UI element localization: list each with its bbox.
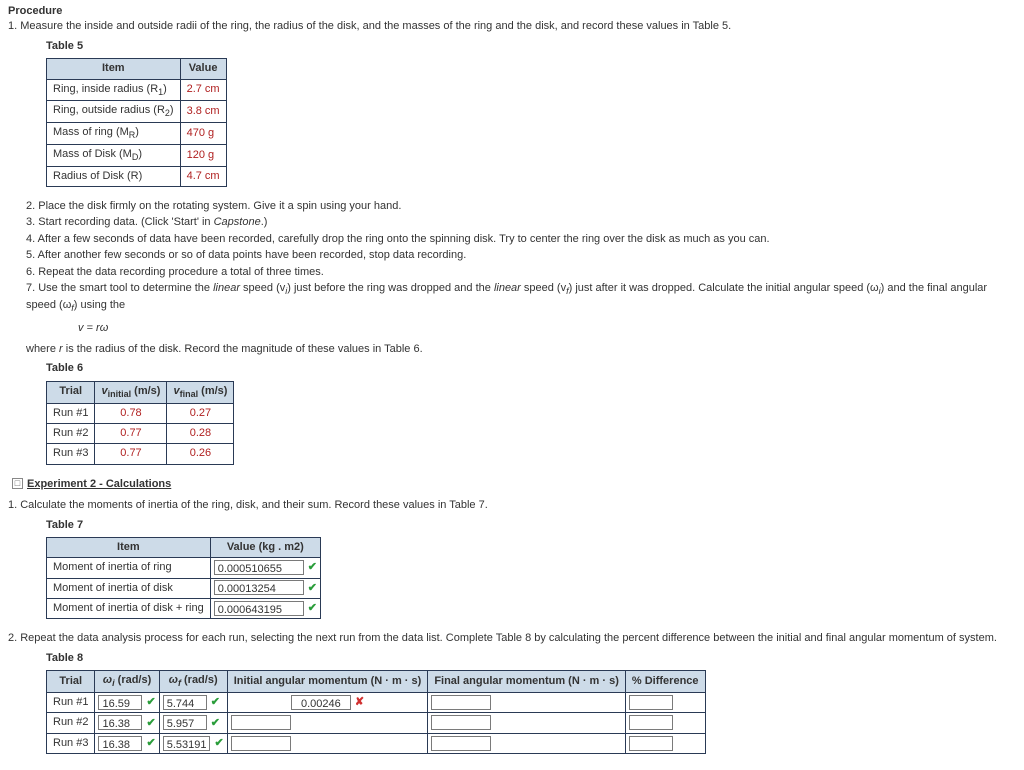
table8-label: Table 8 (46, 651, 1016, 666)
t8r3-iam-input[interactable] (231, 736, 291, 751)
t8-h-wf: ωf (rad/s) (159, 671, 227, 693)
step-2: 2. Place the disk firmly on the rotating… (26, 199, 1016, 214)
check-icon: ✔ (146, 717, 155, 729)
check-icon: ✔ (146, 737, 155, 749)
table-row: Radius of Disk (R) 4.7 cm (47, 166, 227, 186)
t8r3-wi-input[interactable]: 16.38 (98, 736, 142, 751)
step-5: 5. After another few seconds or so of da… (26, 248, 1016, 263)
t8-h-diff: % Difference (625, 671, 705, 693)
t6-h-trial: Trial (47, 381, 95, 403)
table-row: Mass of Disk (MD) 120 g (47, 144, 227, 166)
table-row: Moment of inertia of disk 0.00013254✔ (47, 578, 321, 598)
procedure-title: Procedure (8, 4, 1016, 19)
t5r3-item: Mass of ring (M (53, 126, 129, 138)
t8r1-iam-input[interactable]: 0.00246 (291, 695, 351, 710)
t8-h-iam: Initial angular momentum (N · m · s) (227, 671, 428, 693)
check-icon: ✔ (211, 717, 220, 729)
step-4: 4. After a few seconds of data have been… (26, 232, 1016, 247)
table-row: Moment of inertia of disk + ring 0.00064… (47, 599, 321, 619)
t5r2-val: 3.8 cm (180, 101, 226, 123)
t5-head-value: Value (180, 59, 226, 79)
table-7: Item Value (kg . m2) Moment of inertia o… (46, 537, 321, 620)
experiment2-header: □Experiment 2 - Calculations (12, 477, 1016, 492)
table-row: Run #3 0.77 0.26 (47, 444, 234, 464)
table-row: Mass of ring (MR) 470 g (47, 123, 227, 145)
t8-h-trial: Trial (47, 671, 95, 693)
check-icon: ✔ (308, 582, 317, 594)
t7r3-input[interactable]: 0.000643195 (214, 601, 304, 616)
t6-h-vi: vinitial (m/s) (95, 381, 167, 403)
t5r1-val: 2.7 cm (180, 79, 226, 101)
t8r3-diff-input[interactable] (629, 736, 673, 751)
t8r1-wi-input[interactable]: 16.59 (98, 695, 142, 710)
t8-h-fam: Final angular momentum (N · m · s) (428, 671, 626, 693)
check-icon: ✔ (308, 602, 317, 614)
exp2-step1: 1. Calculate the moments of inertia of t… (8, 498, 1016, 513)
t8r3-fam-input[interactable] (431, 736, 491, 751)
t5r1-item: Ring, inside radius (R (53, 83, 158, 95)
t8r2-wf-input[interactable]: 5.957 (163, 715, 207, 730)
t5r4-val: 120 g (180, 144, 226, 166)
check-icon: ✔ (214, 737, 223, 749)
t5r2-item: Ring, outside radius (R (53, 104, 165, 116)
table5-label: Table 5 (46, 39, 1016, 54)
t8-h-wi: ωi (rad/s) (95, 671, 159, 693)
t8r2-iam-input[interactable] (231, 715, 291, 730)
t8r2-fam-input[interactable] (431, 715, 491, 730)
t5r5-item: Radius of Disk (R) (47, 166, 181, 186)
table-6: Trial vinitial (m/s) vfinal (m/s) Run #1… (46, 381, 234, 465)
eq-footer: where r is the radius of the disk. Recor… (26, 342, 1016, 357)
t5r3-val: 470 g (180, 123, 226, 145)
table-row: Run #3 16.38✔ 5.53191✔ (47, 733, 706, 753)
collapse-icon[interactable]: □ (12, 478, 23, 489)
table7-label: Table 7 (46, 518, 1016, 533)
check-icon: ✔ (308, 561, 317, 573)
t7-h-val: Value (kg . m2) (210, 537, 320, 557)
step-3: 3. Start recording data. (Click 'Start' … (26, 215, 1016, 230)
exp2-step2: 2. Repeat the data analysis process for … (8, 631, 1016, 646)
t8r2-diff-input[interactable] (629, 715, 673, 730)
step-6: 6. Repeat the data recording procedure a… (26, 265, 1016, 280)
t8r2-wi-input[interactable]: 16.38 (98, 715, 142, 730)
t7r2-input[interactable]: 0.00013254 (214, 580, 304, 595)
t8r3-wf-input[interactable]: 5.53191 (163, 736, 211, 751)
table-row: Run #2 0.77 0.28 (47, 423, 234, 443)
t5r5-val: 4.7 cm (180, 166, 226, 186)
equation: v = rω (78, 321, 1016, 336)
t5-head-item: Item (47, 59, 181, 79)
t8r1-diff-input[interactable] (629, 695, 673, 710)
table6-label: Table 6 (46, 361, 1016, 376)
check-icon: ✔ (146, 696, 155, 708)
table-row: Moment of inertia of ring 0.000510655✔ (47, 558, 321, 578)
t6-h-vf: vfinal (m/s) (167, 381, 234, 403)
check-icon: ✔ (211, 696, 220, 708)
table-row: Run #2 16.38✔ 5.957✔ (47, 713, 706, 733)
table-row: Ring, inside radius (R1) 2.7 cm (47, 79, 227, 101)
t7r1-input[interactable]: 0.000510655 (214, 560, 304, 575)
t8r1-wf-input[interactable]: 5.744 (163, 695, 207, 710)
t5r4-item: Mass of Disk (M (53, 148, 132, 160)
table-row: Run #1 0.78 0.27 (47, 403, 234, 423)
t8r1-fam-input[interactable] (431, 695, 491, 710)
table-row: Run #1 16.59✔ 5.744✔ 0.00246✘ (47, 693, 706, 713)
table-5: Item Value Ring, inside radius (R1) 2.7 … (46, 58, 227, 187)
step-7: 7. Use the smart tool to determine the l… (26, 281, 1016, 315)
t7-h-item: Item (47, 537, 211, 557)
table-row: Ring, outside radius (R2) 3.8 cm (47, 101, 227, 123)
table-8: Trial ωi (rad/s) ωf (rad/s) Initial angu… (46, 670, 706, 754)
step-1: 1. Measure the inside and outside radii … (8, 19, 1016, 34)
cross-icon: ✘ (355, 696, 364, 708)
